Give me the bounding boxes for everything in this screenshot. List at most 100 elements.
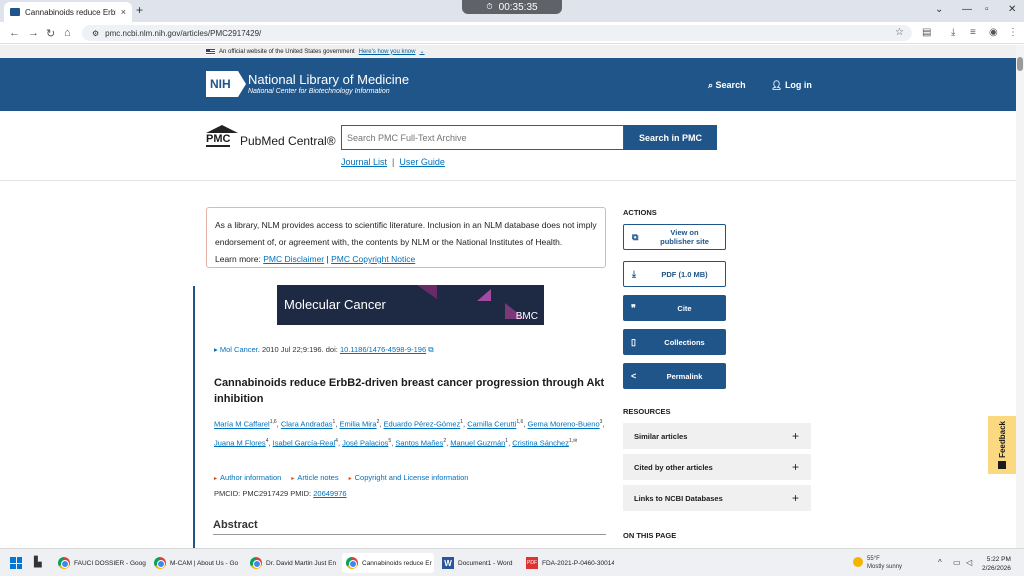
author-link[interactable]: Santos Mañes (395, 438, 443, 447)
gov-banner-link[interactable]: Here's how you know (359, 49, 416, 55)
share-icon: < (631, 371, 637, 381)
pdf-button[interactable]: ⤓ PDF (1.0 MB) (623, 261, 726, 287)
resource-accordion[interactable]: Links to NCBI Databases + (623, 485, 811, 511)
taskbar-app[interactable]: W Document1 - Word (438, 553, 518, 573)
author-link[interactable]: Clara Andradas (281, 420, 333, 429)
article-left-bar (193, 286, 195, 548)
login-button[interactable]: 👤︎ Log in (771, 80, 812, 91)
pmc-logo[interactable]: PMC PubMed Central® (206, 125, 336, 151)
nlm-name[interactable]: National Library of Medicine (248, 72, 409, 87)
resource-accordion[interactable]: Cited by other articles + (623, 454, 811, 480)
journal-banner[interactable]: Molecular Cancer BMC (277, 285, 544, 325)
back-icon[interactable]: ← (9, 27, 20, 39)
collections-button[interactable]: ▯ Collections (623, 329, 726, 355)
chevron-down-icon[interactable]: ⌄ (419, 48, 424, 55)
scrollbar-thumb[interactable] (1017, 57, 1023, 71)
author-link[interactable]: Manuel Guzmán (450, 438, 505, 447)
site-info-icon[interactable]: ⚙ (92, 29, 99, 38)
journal-banner-name: Molecular Cancer (284, 297, 386, 312)
taskbar-app[interactable]: PDF FDA-2021-P-0460-30014 (522, 553, 614, 573)
login-label: Log in (784, 80, 812, 90)
banner-decoration (417, 285, 437, 299)
minimize-icon[interactable]: — (962, 4, 972, 15)
gov-banner: An official website of the United States… (0, 45, 1024, 58)
pmc-search-input[interactable] (341, 125, 624, 150)
pmc-copyright-link[interactable]: PMC Copyright Notice (331, 254, 415, 264)
chrome-icon (346, 557, 358, 569)
browser-tab-active[interactable]: Cannabinoids reduce ErbB2-dr × (4, 2, 132, 22)
author-link[interactable]: Eduardo Pérez-Gómez (384, 420, 461, 429)
close-window-icon[interactable]: ✕ (1008, 4, 1016, 15)
author-link[interactable]: Cristina Sánchez (512, 438, 569, 447)
feedback-button[interactable]: Feedback (988, 416, 1016, 474)
tab-close-icon[interactable]: × (121, 7, 126, 17)
file-explorer-icon[interactable]: ▙ (34, 557, 42, 568)
journal-link[interactable]: Mol Cancer (220, 345, 258, 354)
pmc-logo-mark: PMC (206, 133, 231, 147)
pmid-link[interactable]: 20649976 (313, 489, 346, 498)
profile-icon[interactable]: ◉ (989, 27, 998, 38)
view-on-publisher-button[interactable]: ⧉ View on publisher site (623, 224, 726, 250)
url-field[interactable]: ⚙ pmc.ncbi.nlm.nih.gov/articles/PMC29174… (82, 25, 912, 41)
system-clock[interactable]: 5:22 PM 2/26/2026 (982, 555, 1011, 573)
article-notes-link[interactable]: ▸ Article notes (291, 473, 338, 482)
pmc-sublinks: Journal List | User Guide (341, 157, 445, 167)
menu-icon[interactable]: ⋮ (1008, 27, 1018, 38)
permalink-button-label: Permalink (666, 371, 703, 381)
reload-icon[interactable]: ↻ (46, 27, 55, 40)
pmc-disclaimer-link[interactable]: PMC Disclaimer (263, 254, 324, 264)
maximize-icon[interactable]: ▫ (985, 4, 989, 15)
taskbar-app[interactable]: FAUCI DOSSIER - Googl (54, 553, 146, 573)
author-link[interactable]: Emilia Mira (340, 420, 377, 429)
media-icon[interactable]: ≡ (970, 27, 976, 38)
author-information-link[interactable]: ▸ Author information (214, 473, 281, 482)
tray-chevron-icon[interactable]: ^ (938, 558, 942, 567)
abstract-heading: Abstract (213, 519, 258, 531)
reading-mode-icon[interactable]: ▤ (922, 27, 931, 38)
author-link[interactable]: Camilla Cerutti (467, 420, 516, 429)
page-scrollbar[interactable] (1016, 45, 1024, 548)
user-guide-link[interactable]: User Guide (399, 157, 445, 167)
notice-learn-more: Learn more: (215, 254, 261, 264)
downloads-icon[interactable]: ⤓ (951, 27, 955, 38)
pmc-search-button[interactable]: Search in PMC (624, 125, 717, 150)
new-tab-button[interactable]: + (136, 3, 143, 17)
stopwatch-icon: ⏱ (486, 2, 493, 11)
notice-separator: | (326, 254, 329, 264)
feedback-icon (998, 461, 1006, 470)
volume-icon[interactable]: ◁ (966, 558, 972, 567)
resource-accordion[interactable]: Similar articles + (623, 423, 811, 449)
download-icon: ⤓ (632, 268, 636, 279)
bookmark-star-icon[interactable]: ☆ (895, 27, 904, 38)
view-on-publisher-button-label: View on publisher site (660, 228, 709, 246)
forward-icon[interactable]: → (28, 27, 39, 39)
copyright-info-link[interactable]: ▸ Copyright and License information (349, 473, 469, 482)
author-link[interactable]: Juana M Flores (214, 438, 266, 447)
taskbar-app[interactable]: M-CAM | About Us - Go (150, 553, 242, 573)
citation-line: ▸ Mol Cancer. 2010 Jul 22;9:196. doi: 10… (214, 345, 434, 355)
author-link[interactable]: María M Caffarel (214, 420, 270, 429)
author-link[interactable]: Gema Moreno-Bueno (528, 420, 600, 429)
header-search-button[interactable]: ⌕ Search (708, 80, 746, 91)
collections-button-label: Collections (664, 337, 705, 347)
chrome-icon (250, 557, 262, 569)
weather-widget[interactable]: 55°F Mostly sunny (867, 555, 902, 571)
nih-logo[interactable]: NIH (206, 71, 246, 97)
tab-search-icon[interactable]: ⌄ (935, 4, 943, 15)
external-link-icon: ⧉ (426, 345, 434, 354)
network-icon[interactable]: ▭ (953, 558, 961, 567)
search-icon: ⌕ (708, 80, 716, 90)
pmc-roof-icon (206, 125, 238, 133)
author-affiliation: 4 (265, 437, 269, 444)
home-icon[interactable]: ⌂ (64, 27, 71, 39)
author-link[interactable]: José Palacios (342, 438, 388, 447)
windows-start-icon[interactable] (10, 557, 22, 569)
permalink-button[interactable]: < Permalink (623, 363, 726, 389)
weather-desc: Mostly sunny (867, 564, 903, 570)
journal-list-link[interactable]: Journal List (341, 157, 387, 167)
taskbar-app[interactable]: Dr. David Martin Just En (246, 553, 338, 573)
doi-link[interactable]: 10.1186/1476-4598-9-196 (340, 345, 426, 354)
cite-button[interactable]: ❞ Cite (623, 295, 726, 321)
author-link[interactable]: Isabel García-Real (273, 438, 336, 447)
taskbar-app[interactable]: Cannabinoids reduce Er (342, 553, 434, 573)
